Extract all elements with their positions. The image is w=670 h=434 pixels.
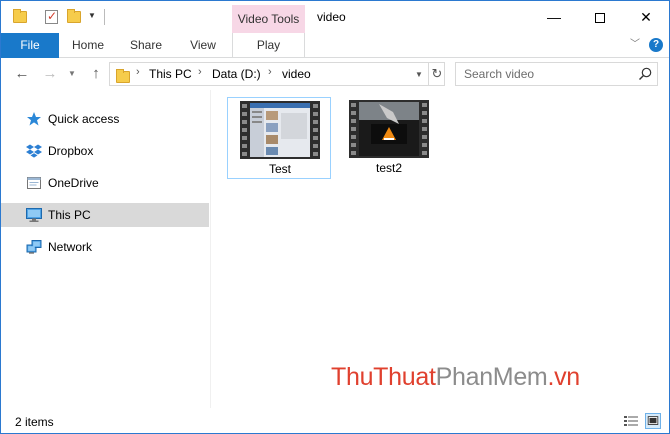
navigation-pane: Quick access Dropbox OneDrive This PC Ne…	[1, 90, 209, 408]
chevron-right-icon[interactable]: ›	[136, 66, 140, 78]
item-count: 2 items	[15, 415, 54, 429]
dropbox-icon	[26, 144, 42, 158]
back-arrow-icon[interactable]: ←	[13, 64, 31, 84]
watermark-text: ThuThuatPhanMem.vn	[331, 363, 580, 392]
video-tools-group: Video Tools	[232, 5, 305, 33]
breadcrumb-video[interactable]: video	[282, 67, 311, 81]
new-folder-icon[interactable]	[67, 9, 81, 23]
address-bar[interactable]: › This PC › Data (D:) › video ▼ ↻	[109, 62, 445, 86]
tab-share[interactable]: Share	[119, 33, 173, 58]
recent-locations-icon[interactable]: ▼	[63, 64, 81, 84]
sidebar-item-label: Quick access	[48, 112, 120, 126]
search-icon[interactable]	[637, 66, 653, 82]
address-dropdown-icon[interactable]: ▼	[412, 67, 426, 83]
title-bar: ▼ Video Tools video — ✕	[1, 1, 669, 33]
search-input[interactable]	[456, 63, 636, 85]
up-arrow-icon[interactable]: ↑	[87, 64, 105, 84]
watermark-part: .vn	[547, 363, 580, 391]
video-thumbnail-icon	[240, 101, 320, 159]
close-button[interactable]: ✕	[623, 1, 669, 33]
sidebar-item-onedrive[interactable]: OneDrive	[1, 171, 209, 195]
chevron-right-icon[interactable]: ›	[198, 66, 202, 78]
sidebar-item-label: Dropbox	[48, 144, 94, 158]
sidebar-item-label: OneDrive	[48, 176, 99, 190]
sidebar-item-dropbox[interactable]: Dropbox	[1, 139, 209, 163]
sidebar-item-quick-access[interactable]: Quick access	[1, 107, 209, 131]
tab-file[interactable]: File	[1, 33, 59, 58]
tab-view[interactable]: View	[177, 33, 229, 58]
explorer-window: ▼ Video Tools video — ✕ File Home Share …	[0, 0, 670, 434]
tab-home[interactable]: Home	[61, 33, 115, 58]
file-name: test2	[375, 161, 402, 175]
status-bar: 2 items	[1, 408, 669, 433]
expand-ribbon-icon[interactable]: ﹀	[628, 38, 642, 52]
watermark-part: PhanMem	[435, 363, 548, 391]
maximize-icon	[595, 13, 605, 24]
file-item-test2[interactable]: test2	[337, 97, 441, 179]
help-icon[interactable]: ?	[649, 38, 663, 52]
network-icon	[26, 240, 42, 254]
forward-arrow-icon[interactable]: →	[41, 64, 59, 84]
watermark-part: ThuThuat	[331, 363, 436, 391]
breadcrumb-data-d[interactable]: Data (D:)	[212, 67, 261, 81]
details-view-icon[interactable]	[623, 413, 639, 429]
refresh-icon[interactable]: ↻	[428, 63, 445, 85]
monitor-icon	[26, 208, 42, 222]
tab-play[interactable]: Play	[232, 33, 305, 58]
sidebar-item-this-pc[interactable]: This PC	[1, 203, 209, 227]
sidebar-item-network[interactable]: Network	[1, 235, 209, 259]
folder-icon[interactable]	[13, 9, 27, 23]
quick-access-dropdown-icon[interactable]: ▼	[88, 10, 98, 22]
minimize-button[interactable]: —	[531, 1, 577, 33]
file-item-test[interactable]: Test	[227, 97, 331, 179]
maximize-button[interactable]	[577, 1, 623, 33]
sidebar-item-label: This PC	[48, 208, 91, 222]
ribbon-tabs: File Home Share View Play ﹀ ?	[1, 33, 669, 58]
chevron-right-icon[interactable]: ›	[268, 66, 272, 78]
file-list: Test test2	[211, 90, 669, 408]
window-title: video	[317, 10, 346, 24]
onedrive-icon	[27, 177, 41, 189]
file-name: Test	[268, 162, 291, 176]
large-icons-view-icon[interactable]	[645, 413, 661, 429]
breadcrumb-this-pc[interactable]: This PC	[149, 67, 192, 81]
star-icon	[27, 112, 41, 126]
video-thumbnail-icon	[349, 100, 429, 158]
navigation-bar: ← → ▼ ↑ › This PC › Data (D:) › video ▼ …	[1, 58, 669, 90]
search-box[interactable]	[455, 62, 658, 86]
title-separator	[104, 9, 105, 25]
sidebar-item-label: Network	[48, 240, 93, 254]
properties-icon[interactable]	[45, 9, 58, 24]
folder-icon	[116, 69, 130, 83]
